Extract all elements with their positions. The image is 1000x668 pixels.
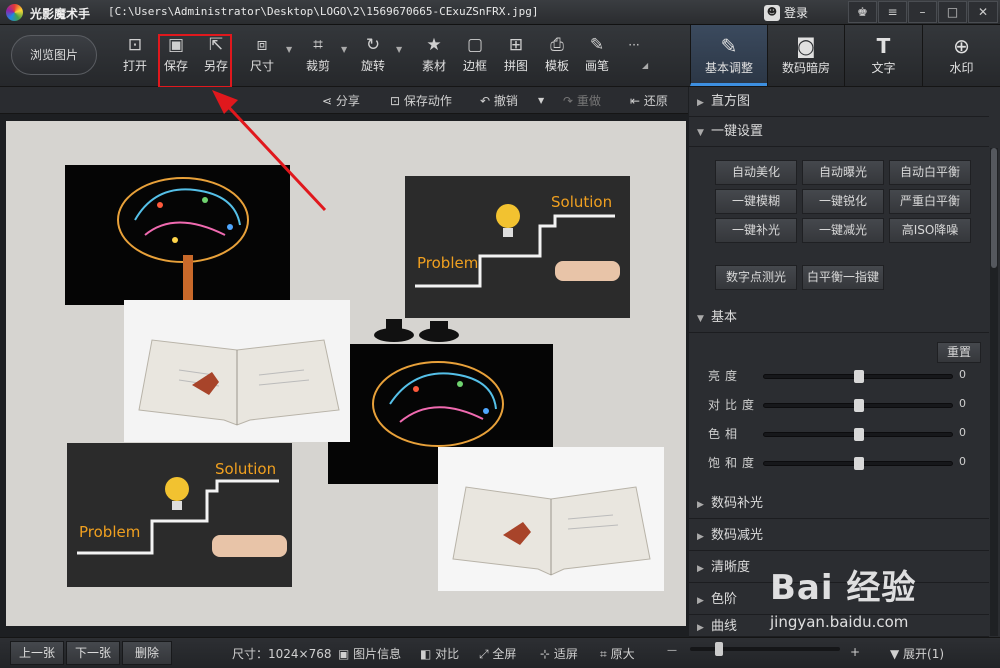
adjust-panel: ▶ 直方图 ▼ 一键设置 自动美化 自动曝光 自动白平衡 一键模糊 一键锐化 严重白… xyxy=(689,87,1000,637)
preset-auto-white-balance[interactable]: 自动白平衡 xyxy=(889,160,971,185)
slider-thumb[interactable] xyxy=(854,399,864,412)
expand-label: 展开(1) xyxy=(903,647,945,661)
image-info-label: 图片信息 xyxy=(353,647,402,661)
hue-label: 色相 xyxy=(708,427,743,441)
slider-thumb[interactable] xyxy=(854,370,864,383)
chevron-right-icon: ▶ xyxy=(697,623,704,633)
image-size: 尺寸：1024×768 xyxy=(232,647,332,661)
basic-label: 基本 xyxy=(711,310,738,325)
original-size-label: 原大 xyxy=(610,647,635,661)
contrast-label: 对比度 xyxy=(708,398,760,412)
image-info-button[interactable]: ▣ 图片信息 xyxy=(338,645,401,662)
zoom-thumb[interactable] xyxy=(715,642,723,656)
section-histogram[interactable]: ▶ 直方图 xyxy=(689,87,989,117)
status-bar: 上一张 下一张 删除 尺寸：1024×768 ▣ 图片信息 ◧ 对比 ⤢ 全屏 … xyxy=(0,637,1000,668)
chevron-right-icon: ▶ xyxy=(697,532,704,542)
contrast-slider[interactable] xyxy=(763,399,953,412)
preset-auto-beautify[interactable]: 自动美化 xyxy=(715,160,797,185)
chevron-right-icon: ▶ xyxy=(697,564,704,574)
chevron-down-icon: ▼ xyxy=(697,128,704,138)
compare-icon: ◧ xyxy=(420,647,436,661)
zoom-out-icon[interactable]: — xyxy=(667,645,677,656)
preset-fill-light[interactable]: 一键补光 xyxy=(715,218,797,243)
fit-screen-button[interactable]: ⊹ 适屏 xyxy=(540,645,578,662)
digital-fill-light-label: 数码补光 xyxy=(711,496,764,511)
section-one-click[interactable]: ▼ 一键设置 xyxy=(689,117,989,147)
expand-button[interactable]: ▼ 展开(1) xyxy=(890,645,944,662)
one-click-label: 一键设置 xyxy=(711,124,764,139)
preset-sharpen[interactable]: 一键锐化 xyxy=(802,189,884,214)
fullscreen-icon: ⤢ xyxy=(479,647,493,661)
saturation-value: 0 xyxy=(959,455,966,468)
preset-blur[interactable]: 一键模糊 xyxy=(715,189,797,214)
brightness-label: 亮度 xyxy=(708,369,743,383)
compare-label: 对比 xyxy=(435,647,460,661)
saturation-slider[interactable] xyxy=(763,457,953,470)
preset-strict-white-balance[interactable]: 严重白平衡 xyxy=(889,189,971,214)
fullscreen-label: 全屏 xyxy=(492,647,517,661)
fit-label: 适屏 xyxy=(553,647,578,661)
preset-reduce-light[interactable]: 一键减光 xyxy=(802,218,884,243)
panel-scrollbar[interactable] xyxy=(990,148,998,636)
preset-digital-metering[interactable]: 数字点测光 xyxy=(715,265,797,290)
info-icon: ▣ xyxy=(338,647,354,661)
chevron-right-icon: ▶ xyxy=(697,500,704,510)
original-size-button[interactable]: ⌗ 原大 xyxy=(600,645,635,662)
brightness-value: 0 xyxy=(959,368,966,381)
preset-high-iso-denoise[interactable]: 高ISO降噪 xyxy=(889,218,971,243)
contrast-value: 0 xyxy=(959,397,966,410)
curves-label: 曲线 xyxy=(711,619,738,634)
preset-auto-exposure[interactable]: 自动曝光 xyxy=(802,160,884,185)
chevron-right-icon: ▶ xyxy=(697,98,704,108)
reset-button[interactable]: 重置 xyxy=(937,342,981,363)
saturation-label: 饱和度 xyxy=(708,456,760,470)
delete-button[interactable]: 删除 xyxy=(122,641,172,665)
preset-one-key-white-balance[interactable]: 白平衡一指键 xyxy=(802,265,884,290)
original-size-icon: ⌗ xyxy=(600,647,611,661)
slider-thumb[interactable] xyxy=(854,457,864,470)
fullscreen-button[interactable]: ⤢ 全屏 xyxy=(479,645,516,662)
slider-thumb[interactable] xyxy=(854,428,864,441)
scrollbar-thumb[interactable] xyxy=(991,148,997,268)
section-digital-reduce-light[interactable]: ▶ 数码减光 xyxy=(689,521,989,551)
baidu-watermark: Bai 经验 jingyan.baidu.com xyxy=(770,560,916,631)
zoom-slider[interactable] xyxy=(690,642,840,656)
chevron-right-icon: ▶ xyxy=(697,596,704,606)
levels-label: 色阶 xyxy=(711,592,738,607)
brightness-slider[interactable] xyxy=(763,370,953,383)
baidu-url: jingyan.baidu.com xyxy=(770,613,909,631)
expand-icon: ▼ xyxy=(890,647,904,661)
hue-value: 0 xyxy=(959,426,966,439)
prev-image-button[interactable]: 上一张 xyxy=(10,641,64,665)
hue-slider[interactable] xyxy=(763,428,953,441)
chevron-down-icon: ▼ xyxy=(697,314,704,324)
zoom-in-icon[interactable]: + xyxy=(850,645,860,659)
next-image-button[interactable]: 下一张 xyxy=(66,641,120,665)
digital-reduce-light-label: 数码减光 xyxy=(711,528,764,543)
fit-icon: ⊹ xyxy=(540,647,554,661)
compare-button[interactable]: ◧ 对比 xyxy=(420,645,459,662)
section-digital-fill-light[interactable]: ▶ 数码补光 xyxy=(689,489,989,519)
clarity-label: 清晰度 xyxy=(711,560,751,575)
baidu-brand: Bai 经验 xyxy=(770,568,917,608)
section-basic[interactable]: ▼ 基本 xyxy=(689,303,989,333)
histogram-label: 直方图 xyxy=(711,94,751,109)
